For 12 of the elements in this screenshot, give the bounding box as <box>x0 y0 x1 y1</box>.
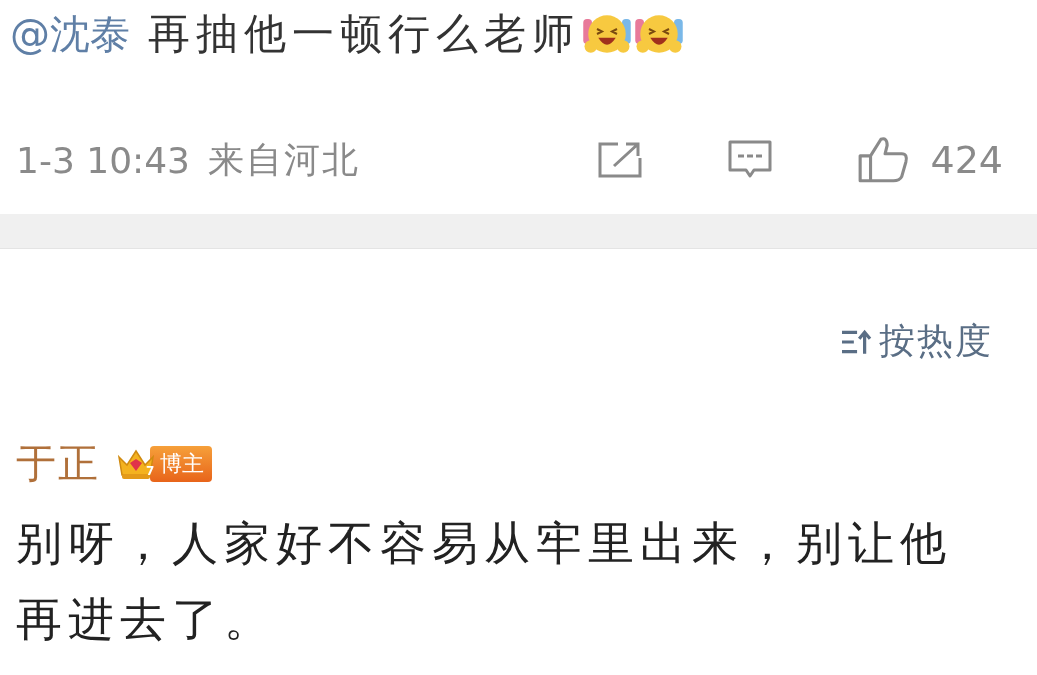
comment-text: 别呀，人家好不容易从牢里出来，别让他再进去了。 <box>16 515 953 648</box>
sort-button[interactable]: 按热度 <box>839 317 993 366</box>
post-text: 再抽他一顿行么老师 <box>148 8 580 60</box>
share-icon[interactable] <box>596 140 645 180</box>
thumbs-up-icon[interactable] <box>856 135 911 185</box>
post-location: 来自河北 <box>208 137 360 182</box>
like-count: 424 <box>930 138 1003 182</box>
post-time: 1-3 10:43 <box>16 139 190 181</box>
comment-author[interactable]: 于正 <box>16 436 100 491</box>
badge-level: 7 <box>146 463 155 478</box>
mention-link[interactable]: @沈泰 <box>10 6 130 62</box>
sort-icon <box>839 327 873 356</box>
